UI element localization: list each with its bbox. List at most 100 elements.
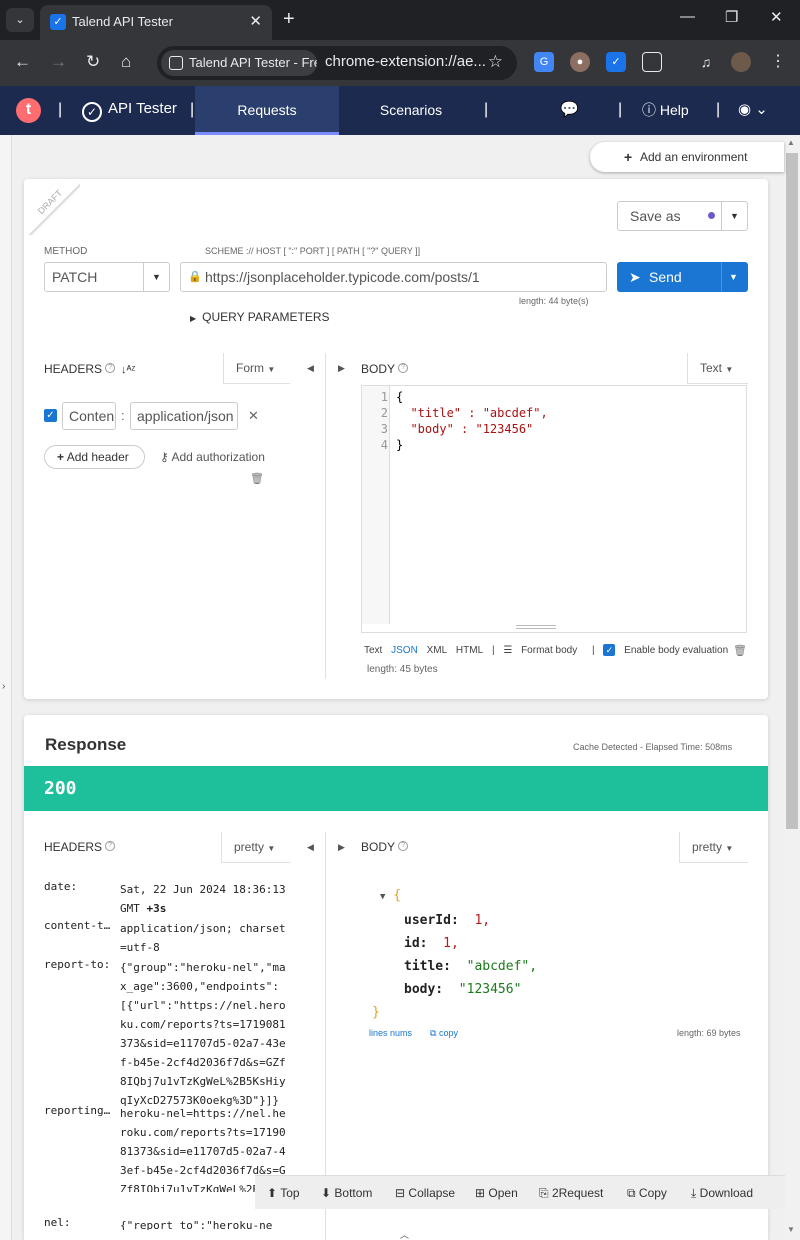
send-button[interactable]: ➤ Send ▼ bbox=[617, 262, 748, 292]
top-button[interactable]: ⬆ Top bbox=[267, 1186, 300, 1200]
help-link[interactable]: ⓘ Help bbox=[642, 100, 689, 120]
forward-icon[interactable]: → bbox=[50, 52, 67, 72]
body-mode-select[interactable]: Text ▼ bbox=[687, 353, 748, 384]
copy-link[interactable]: ⧉ copy bbox=[430, 1028, 458, 1039]
tab-scenarios[interactable]: Scenarios bbox=[339, 86, 483, 135]
json-open[interactable]: ▼ { bbox=[380, 884, 537, 909]
draft-ribbon: DRAFT bbox=[24, 179, 80, 235]
owl-extension-icon[interactable]: ● bbox=[570, 52, 590, 72]
code-line: "body" : "123456" bbox=[396, 422, 534, 436]
method-select[interactable]: PATCH ▼ bbox=[44, 262, 170, 292]
expand-up-icon[interactable]: ︿ bbox=[400, 1228, 409, 1240]
expand-chevron-icon[interactable]: › bbox=[2, 681, 5, 692]
tab-close-icon[interactable]: ✕ bbox=[249, 12, 262, 30]
add-environment-button[interactable]: + Add an environment bbox=[590, 142, 784, 172]
chat-icon[interactable]: 💬 bbox=[560, 100, 579, 118]
copy-icon: ⧉ bbox=[430, 1028, 437, 1038]
format-html[interactable]: HTML bbox=[456, 645, 483, 656]
trash-icon[interactable]: 🗑 bbox=[733, 644, 747, 657]
status-bar: 200 bbox=[24, 766, 768, 811]
editor-resize-handle[interactable] bbox=[516, 625, 556, 629]
collapse-triangle-icon[interactable]: ▼ bbox=[380, 892, 385, 902]
collapse-left-icon[interactable]: ◀ bbox=[307, 842, 314, 853]
response-headers-mode-select[interactable]: pretty ▼ bbox=[221, 832, 290, 863]
panel-divider bbox=[325, 353, 326, 679]
back-icon[interactable]: ← bbox=[14, 52, 31, 72]
home-icon[interactable]: ⌂ bbox=[121, 52, 131, 72]
talend-extension-icon[interactable]: ✓ bbox=[606, 52, 626, 72]
browser-tab[interactable]: ✓ Talend API Tester ✕ bbox=[40, 5, 272, 40]
header-colon: : bbox=[121, 408, 125, 423]
omnibox[interactable]: Talend API Tester - Fre chrome-extension… bbox=[157, 46, 517, 80]
chevron-down-icon[interactable]: ▼ bbox=[721, 202, 747, 230]
new-tab-icon[interactable]: + bbox=[283, 8, 295, 31]
query-parameters-toggle[interactable]: ▶ QUERY PARAMETERS bbox=[190, 310, 330, 324]
collapse-left-icon[interactable]: ◀ bbox=[307, 363, 314, 374]
minimize-icon[interactable]: — bbox=[680, 8, 695, 25]
extension-favicon-icon: ✓ bbox=[50, 14, 66, 30]
format-text[interactable]: Text bbox=[364, 645, 382, 656]
restore-icon[interactable]: ❐ bbox=[725, 8, 738, 26]
add-authorization-button[interactable]: ⚷ Add authorization bbox=[160, 450, 265, 464]
tab-requests[interactable]: Requests bbox=[195, 86, 339, 135]
media-control-icon[interactable]: ♫ bbox=[696, 52, 716, 72]
help-icon[interactable]: ? bbox=[105, 363, 116, 373]
headers-mode-select[interactable]: Form ▼ bbox=[223, 353, 290, 384]
bookmark-star-icon[interactable]: ☆ bbox=[488, 52, 503, 72]
profile-avatar-icon[interactable] bbox=[731, 52, 751, 72]
bottom-button[interactable]: ⬇ Bottom bbox=[321, 1186, 372, 1200]
body-editor[interactable]: 1 2 3 4 { "title" : "abcdef", "body" : "… bbox=[361, 385, 747, 633]
json-row: userId: 1, bbox=[404, 913, 491, 928]
url-input[interactable]: 🔒 https://jsonplaceholder.typicode.com/p… bbox=[180, 262, 607, 292]
enable-body-evaluation-checkbox[interactable]: ✓ Enable body evaluation bbox=[603, 644, 734, 656]
page-scrollbar[interactable]: ▲ ▼ bbox=[784, 135, 800, 1240]
format-json[interactable]: JSON bbox=[391, 645, 418, 656]
chevron-down-icon[interactable]: ▼ bbox=[143, 263, 169, 291]
extensions-puzzle-icon[interactable] bbox=[642, 52, 662, 72]
window-close-icon[interactable]: ✕ bbox=[770, 8, 783, 26]
send-options-chevron-icon[interactable]: ▼ bbox=[729, 262, 738, 292]
scroll-up-icon[interactable]: ▲ bbox=[787, 138, 795, 147]
copy-icon: ⧉ bbox=[627, 1186, 636, 1200]
sort-az-icon[interactable]: ↓ᴬᶻ bbox=[121, 364, 135, 376]
translate-extension-icon[interactable]: G bbox=[534, 52, 554, 72]
copy-button[interactable]: ⧉ Copy bbox=[627, 1186, 667, 1201]
header-divider: | bbox=[58, 101, 63, 118]
header-enabled-checkbox[interactable]: ✓ bbox=[44, 409, 57, 422]
format-body-button[interactable]: ☰ Format body bbox=[503, 645, 583, 656]
remove-header-icon[interactable]: ✕ bbox=[248, 408, 259, 424]
response-body-title: BODY? bbox=[361, 840, 409, 854]
plus-icon: + bbox=[57, 450, 65, 464]
arrow-up-icon: ⬆ bbox=[267, 1186, 278, 1200]
browser-menu-icon[interactable]: ⋮ bbox=[768, 52, 788, 72]
tab-search-icon[interactable]: ⌄ bbox=[6, 8, 34, 32]
collapse-right-icon[interactable]: ▶ bbox=[338, 363, 345, 374]
help-icon[interactable]: ? bbox=[398, 841, 409, 851]
open-button[interactable]: ⊞ Open bbox=[475, 1186, 518, 1200]
lines-nums-toggle[interactable]: lines nums bbox=[369, 1028, 412, 1038]
scrollbar-thumb[interactable] bbox=[786, 153, 798, 829]
user-menu-icon[interactable]: ◉ ⌄ bbox=[738, 100, 768, 118]
header-name-input[interactable]: Conten bbox=[62, 402, 116, 430]
help-icon[interactable]: ? bbox=[398, 363, 409, 373]
header-value-input[interactable]: application/json bbox=[130, 402, 238, 430]
trash-icon[interactable]: 🗑 bbox=[250, 472, 264, 485]
collapse-right-icon[interactable]: ▶ bbox=[338, 842, 345, 853]
collapse-button[interactable]: ⊟ Collapse bbox=[395, 1186, 455, 1200]
reload-icon[interactable]: ↻ bbox=[86, 52, 100, 72]
omnibox-url: chrome-extension://ae... bbox=[325, 53, 486, 70]
save-as-button[interactable]: Save as ▼ bbox=[617, 201, 748, 231]
to-request-button[interactable]: ⎘ 2Request bbox=[539, 1186, 603, 1201]
chevron-down-icon: ▼ bbox=[267, 844, 276, 853]
code-line: "title" : "abcdef", bbox=[396, 406, 548, 420]
add-header-button[interactable]: + Add header bbox=[44, 445, 145, 469]
download-button[interactable]: ⤓ Download bbox=[691, 1186, 753, 1201]
response-body-mode-select[interactable]: pretty ▼ bbox=[679, 832, 748, 863]
left-collapse-strip[interactable]: › bbox=[0, 135, 12, 1240]
help-icon[interactable]: ? bbox=[105, 841, 116, 851]
send-plane-icon: ➤ bbox=[629, 269, 641, 285]
format-xml[interactable]: XML bbox=[427, 645, 448, 656]
scroll-down-icon[interactable]: ▼ bbox=[787, 1225, 795, 1234]
request-body-title: BODY? bbox=[361, 362, 409, 376]
site-chip[interactable]: Talend API Tester - Fre bbox=[161, 50, 317, 76]
